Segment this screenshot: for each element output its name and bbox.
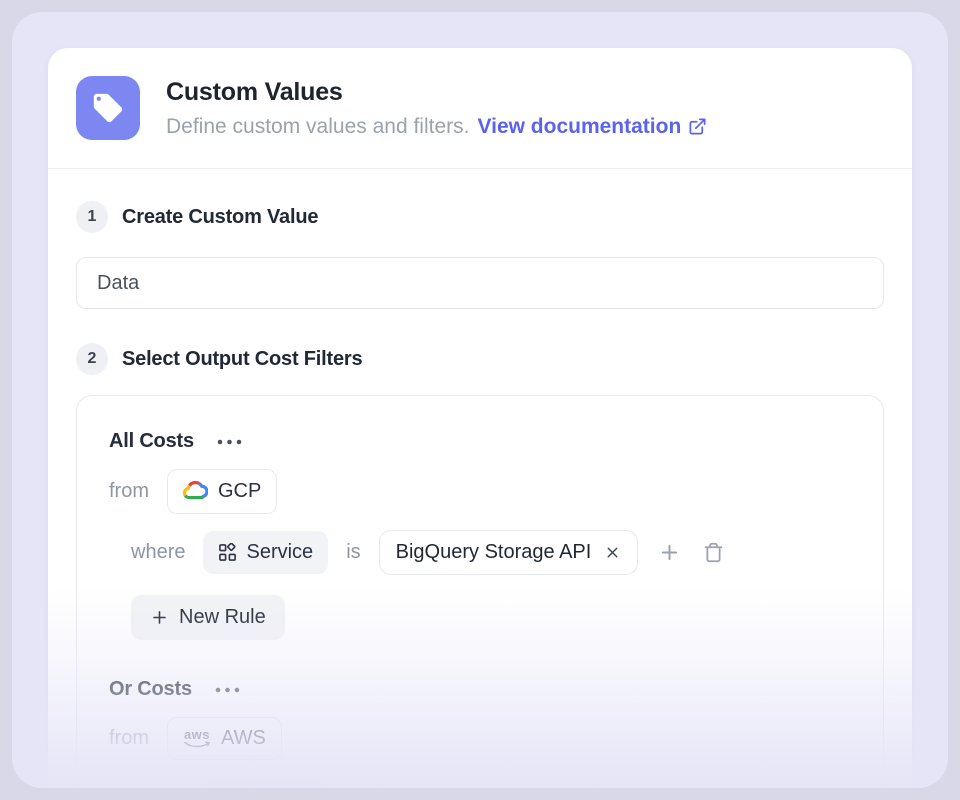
step-create-custom-value: 1 Create Custom Value <box>76 201 884 233</box>
panel-header: Custom Values Define custom values and f… <box>48 48 912 168</box>
dimension-chip-service[interactable]: Service <box>203 531 328 574</box>
filter-value-label: BigQuery Storage API <box>396 541 592 564</box>
step-2-badge: 2 <box>76 343 108 375</box>
step-1-badge: 1 <box>76 201 108 233</box>
cost-filters-card: All Costs from <box>76 395 884 788</box>
provider-name: GCP <box>218 480 261 503</box>
panel-body: 1 Create Custom Value 2 Select Output Co… <box>48 169 912 788</box>
step-2-title: Select Output Cost Filters <box>122 348 362 371</box>
filter-value-chip[interactable]: BigQuery Storage API <box>379 530 639 575</box>
plus-icon <box>615 787 638 788</box>
operator-label: is <box>346 541 360 564</box>
tag-icon <box>76 76 140 140</box>
add-value-button[interactable] <box>656 539 683 566</box>
custom-value-input[interactable] <box>76 257 884 309</box>
group-title: Or Costs <box>109 678 192 701</box>
add-value-button[interactable] <box>613 785 640 788</box>
operator-label: is <box>346 787 360 788</box>
where-label: where <box>131 541 185 564</box>
close-icon[interactable] <box>604 544 621 561</box>
step-select-filters: 2 Select Output Cost Filters <box>76 343 884 375</box>
where-label: where <box>131 787 185 788</box>
app-frame: Custom Values Define custom values and f… <box>12 12 948 788</box>
group-menu-button[interactable] <box>212 683 243 697</box>
plus-icon <box>150 608 169 627</box>
group-title: All Costs <box>109 430 194 453</box>
view-documentation-link[interactable]: View documentation <box>477 115 707 139</box>
page-title: Custom Values <box>166 78 707 107</box>
filter-group-or-costs: Or Costs from aws AWS <box>109 678 851 788</box>
provider-chip-aws[interactable]: aws AWS <box>167 717 282 760</box>
group-menu-button[interactable] <box>214 435 245 449</box>
aws-logo-icon: aws <box>183 728 211 749</box>
filter-group-all-costs: All Costs from <box>109 430 851 640</box>
trash-icon <box>703 542 724 563</box>
external-link-icon <box>688 117 707 136</box>
filter-value-label: Amazon Redshift <box>396 787 548 788</box>
filter-value-chip[interactable]: Amazon Redshift <box>379 776 595 788</box>
plus-icon <box>658 541 681 564</box>
provider-chip-gcp[interactable]: GCP <box>167 469 277 514</box>
dimension-chip-service[interactable]: Service <box>203 777 328 788</box>
from-label: from <box>109 727 149 750</box>
new-rule-button[interactable]: New Rule <box>131 595 285 640</box>
header-text: Custom Values Define custom values and f… <box>166 78 707 139</box>
gcp-logo-icon <box>183 479 208 504</box>
ellipsis-icon <box>216 439 243 445</box>
ellipsis-icon <box>214 687 241 693</box>
page-subtitle: Define custom values and filters. <box>166 115 469 139</box>
dimension-label: Service <box>246 541 313 564</box>
doc-link-label: View documentation <box>477 115 681 139</box>
provider-name: AWS <box>221 727 266 750</box>
dimension-label: Service <box>246 787 313 788</box>
new-rule-label: New Rule <box>179 606 266 629</box>
from-label: from <box>109 480 149 503</box>
custom-values-panel: Custom Values Define custom values and f… <box>48 48 912 788</box>
delete-rule-button[interactable] <box>701 540 726 565</box>
step-1-title: Create Custom Value <box>122 206 318 229</box>
category-icon <box>218 543 237 562</box>
delete-rule-button[interactable] <box>658 786 683 788</box>
